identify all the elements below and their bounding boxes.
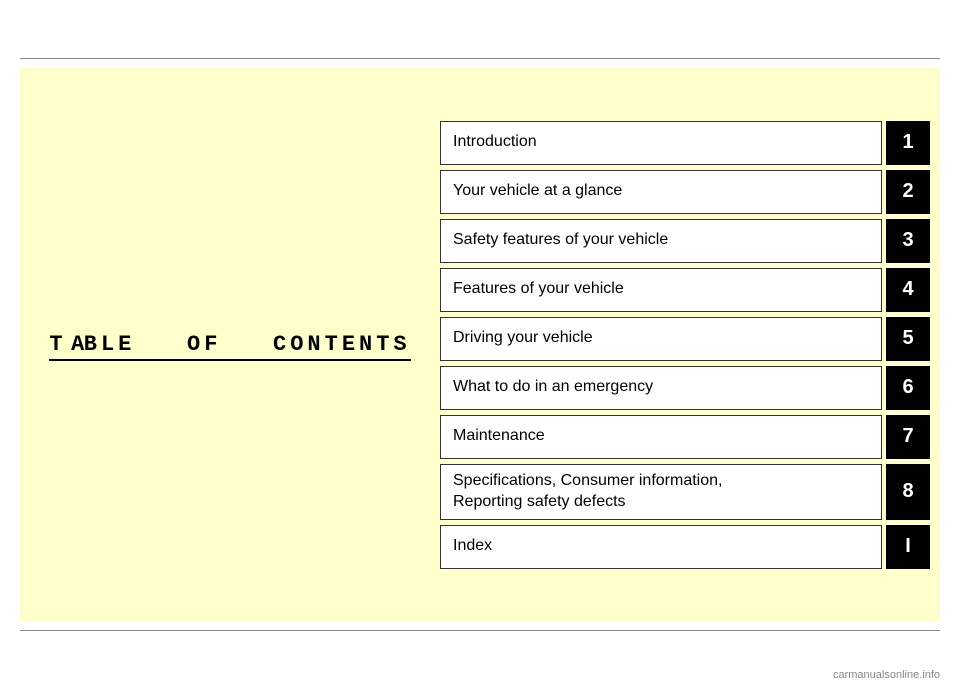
main-content: TABLE OF CONTENTS Introduction 1 Your vehi… [20, 68, 940, 621]
toc-row[interactable]: Features of your vehicle 4 [440, 268, 930, 312]
toc-list: Introduction 1 Your vehicle at a glance 2 Sa… [440, 68, 940, 621]
toc-label-text: What to do in an emergency [453, 377, 653, 398]
toc-number: 4 [886, 268, 930, 312]
top-rule [20, 58, 940, 59]
toc-label-text: Maintenance [453, 426, 545, 447]
toc-row[interactable]: Index I [440, 525, 930, 569]
toc-number: 3 [886, 219, 930, 263]
toc-row[interactable]: Maintenance 7 [440, 415, 930, 459]
toc-label: Maintenance [440, 415, 882, 459]
toc-title: TABLE OF CONTENTS [49, 332, 410, 357]
toc-row[interactable]: Driving your vehicle 5 [440, 317, 930, 361]
toc-row[interactable]: What to do in an emergency 6 [440, 366, 930, 410]
left-section: TABLE OF CONTENTS [20, 68, 440, 621]
toc-number: 5 [886, 317, 930, 361]
toc-number: I [886, 525, 930, 569]
toc-label: Index [440, 525, 882, 569]
toc-row[interactable]: Introduction 1 [440, 121, 930, 165]
toc-label: Your vehicle at a glance [440, 170, 882, 214]
toc-label-text: Specifications, Consumer information,Rep… [453, 471, 722, 513]
toc-number: 7 [886, 415, 930, 459]
toc-number: 8 [886, 464, 930, 520]
toc-row[interactable]: Safety features of your vehicle 3 [440, 219, 930, 263]
toc-label: Features of your vehicle [440, 268, 882, 312]
toc-row[interactable]: Specifications, Consumer information,Rep… [440, 464, 930, 520]
toc-number: 6 [886, 366, 930, 410]
toc-number: 2 [886, 170, 930, 214]
toc-number: 1 [886, 121, 930, 165]
toc-row[interactable]: Your vehicle at a glance 2 [440, 170, 930, 214]
bottom-rule [20, 630, 940, 631]
toc-label-text: Introduction [453, 132, 537, 153]
toc-label: Driving your vehicle [440, 317, 882, 361]
toc-label: Specifications, Consumer information,Rep… [440, 464, 882, 520]
toc-label: What to do in an emergency [440, 366, 882, 410]
toc-label-text: Features of your vehicle [453, 279, 624, 300]
toc-label: Introduction [440, 121, 882, 165]
toc-label-text: Driving your vehicle [453, 328, 593, 349]
toc-label-text: Index [453, 536, 492, 557]
watermark: carmanualsonline.info [833, 669, 940, 681]
toc-label: Safety features of your vehicle [440, 219, 882, 263]
toc-label-text: Safety features of your vehicle [453, 230, 668, 251]
toc-label-text: Your vehicle at a glance [453, 181, 622, 202]
